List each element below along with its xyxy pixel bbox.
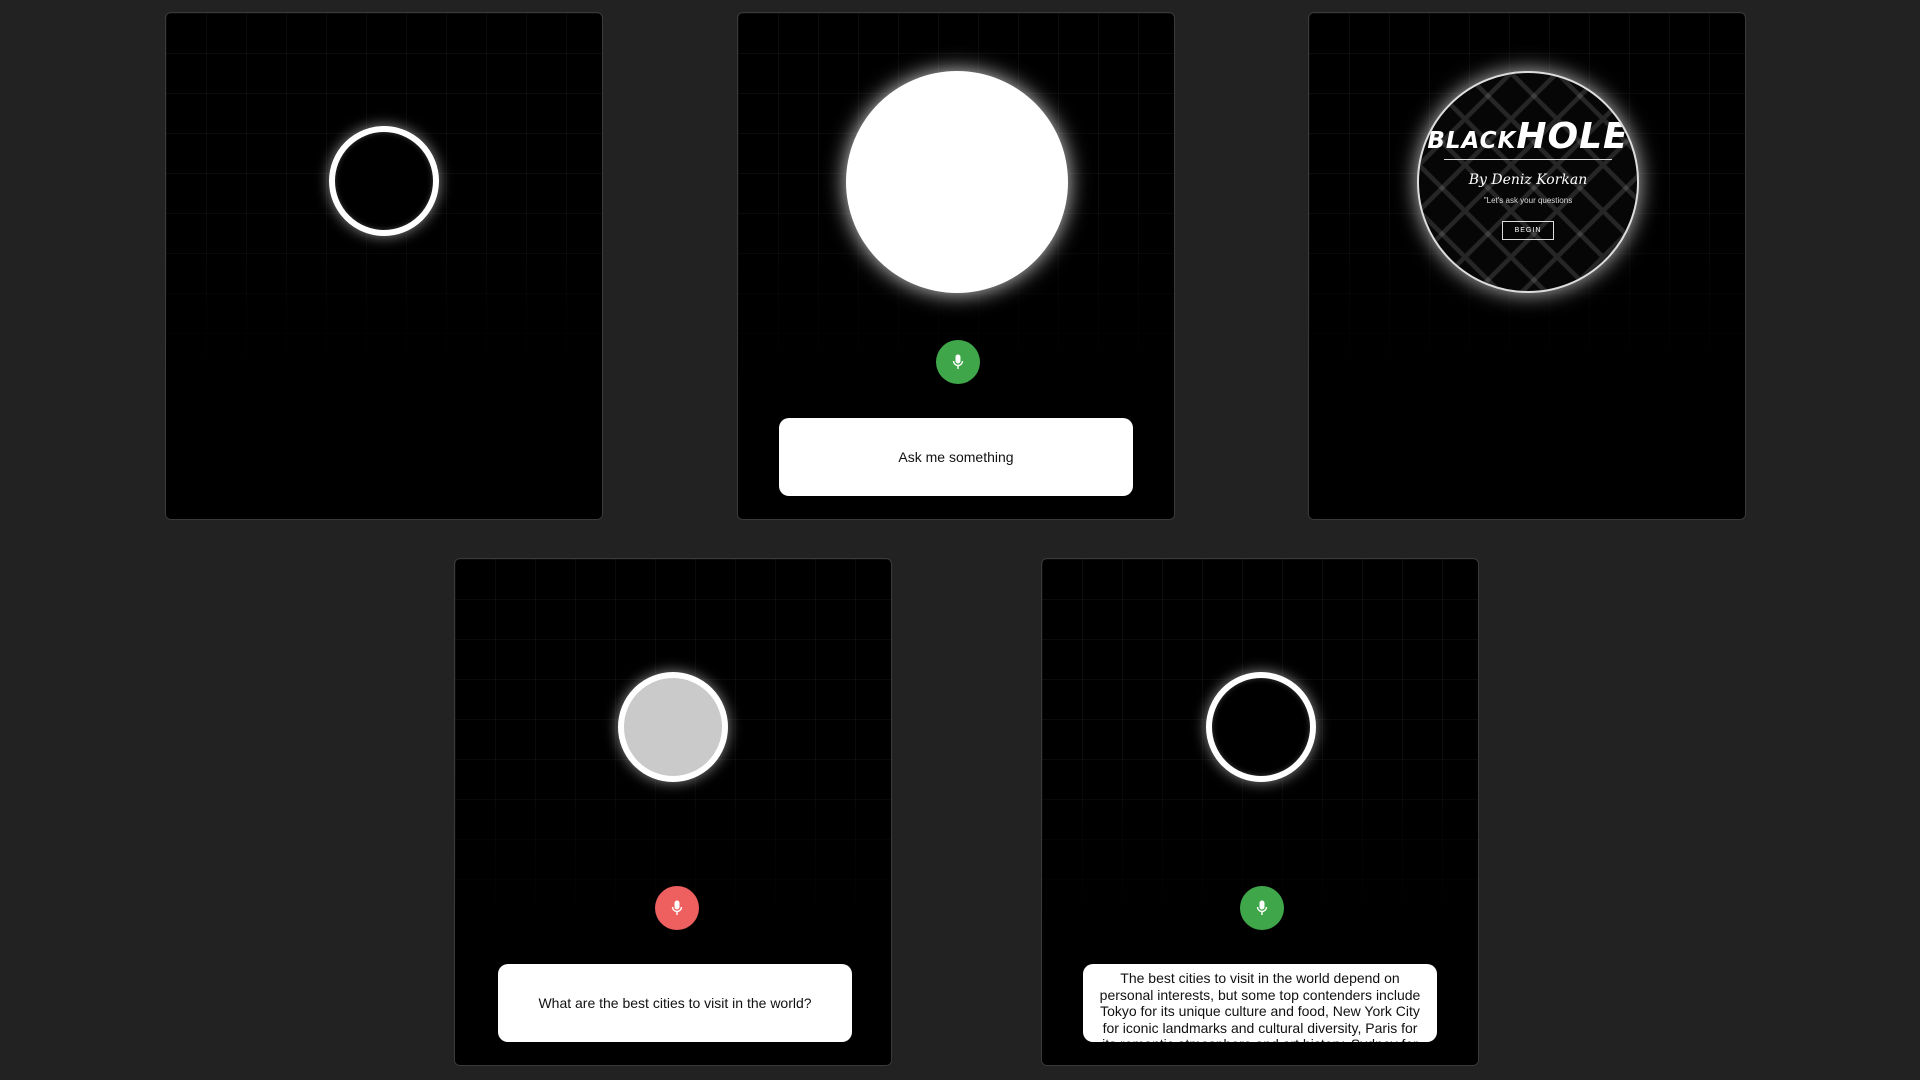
begin-button[interactable]: BEGIN	[1501, 221, 1555, 240]
panel-listening: What are the best cities to visit in the…	[454, 558, 892, 1066]
question-bubble: What are the best cities to visit in the…	[498, 964, 852, 1042]
question-text: What are the best cities to visit in the…	[538, 995, 812, 1011]
tagline: "Let's ask your questions	[1483, 196, 1573, 205]
panel-ask: Ask me something	[737, 12, 1175, 520]
app-logo-title: BLACK HOLE	[1427, 116, 1629, 157]
microphone-icon	[1256, 900, 1268, 915]
answer-bubble: The best cities to visit in the world de…	[1083, 964, 1437, 1042]
blackhole-orb[interactable]	[618, 672, 728, 782]
microphone-icon	[952, 354, 964, 369]
panel-answer: The best cities to visit in the world de…	[1041, 558, 1479, 1066]
blackhole-orb[interactable]	[846, 71, 1068, 293]
prompt-text: Ask me something	[898, 449, 1014, 465]
prompt-bubble: Ask me something	[779, 418, 1133, 496]
panel-intro: BLACK HOLE By Deniz Korkan "Let's ask you…	[1308, 12, 1746, 520]
mic-button[interactable]	[1240, 886, 1284, 930]
author-signature: By Deniz Korkan	[1468, 172, 1588, 188]
mic-button[interactable]	[655, 886, 699, 930]
blackhole-orb[interactable]	[1206, 672, 1316, 782]
microphone-icon	[671, 900, 683, 915]
blackhole-orb[interactable]	[329, 126, 439, 236]
panel-idle	[165, 12, 603, 520]
answer-text: The best cities to visit in the world de…	[1099, 970, 1421, 1042]
blackhole-logo-orb: BLACK HOLE By Deniz Korkan "Let's ask you…	[1417, 71, 1639, 293]
mic-button[interactable]	[936, 340, 980, 384]
logo-divider	[1444, 159, 1612, 160]
